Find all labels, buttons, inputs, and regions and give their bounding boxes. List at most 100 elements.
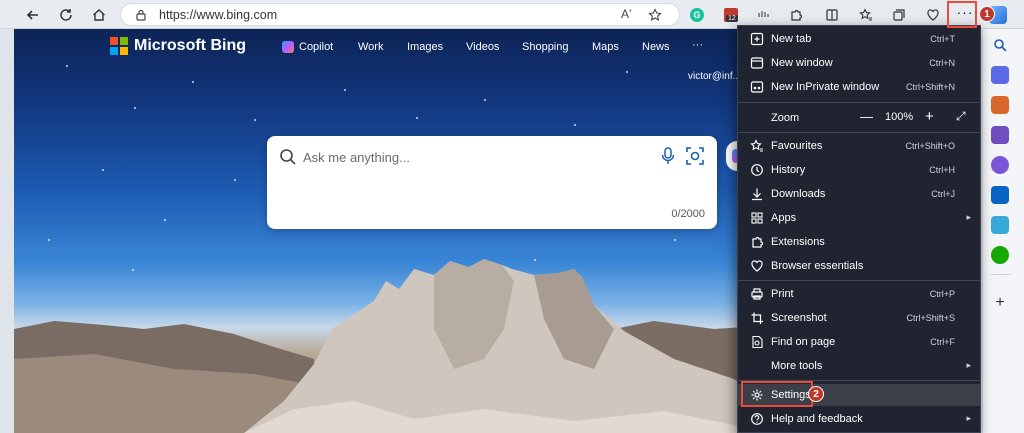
menu-find-on-page[interactable]: Find on page Ctrl+F bbox=[738, 331, 980, 353]
visual-search-icon[interactable] bbox=[685, 146, 705, 166]
apps-icon bbox=[749, 210, 765, 226]
menu-separator bbox=[738, 132, 980, 133]
settings-and-more-menu: New tab Ctrl+T New window Ctrl+N New InP… bbox=[737, 25, 981, 433]
search-icon bbox=[280, 149, 296, 165]
sidebar-search-icon[interactable] bbox=[991, 36, 1009, 54]
heart-pulse-icon bbox=[749, 258, 765, 274]
step1-badge: 1 bbox=[979, 6, 995, 22]
bing-logo[interactable]: Microsoft Bing bbox=[110, 37, 246, 55]
step2-badge: 2 bbox=[808, 386, 824, 402]
nav-videos[interactable]: Videos bbox=[466, 41, 499, 53]
grammarly-icon[interactable]: G bbox=[688, 6, 706, 24]
chevron-right-icon: ▸ bbox=[966, 360, 971, 370]
menu-label: Apps bbox=[771, 212, 797, 224]
sidebar-tools-icon[interactable] bbox=[991, 96, 1009, 114]
menu-new-window[interactable]: New window Ctrl+N bbox=[738, 52, 980, 74]
sidebar-games-icon[interactable] bbox=[991, 126, 1009, 144]
brand-name: Microsoft Bing bbox=[134, 37, 246, 54]
menu-favourites[interactable]: Favourites Ctrl+Shift+O bbox=[738, 135, 980, 157]
nav-copilot[interactable]: Copilot bbox=[299, 41, 333, 53]
browser-essentials-icon[interactable] bbox=[924, 6, 942, 24]
puzzle-icon bbox=[749, 234, 765, 250]
split-screen-icon[interactable] bbox=[823, 6, 841, 24]
menu-label: Find on page bbox=[771, 336, 836, 348]
nav-shopping[interactable]: Shopping bbox=[522, 41, 569, 53]
menu-shortcut: Ctrl+Shift+S bbox=[906, 313, 955, 323]
search-box[interactable]: Ask me anything... 0/2000 bbox=[267, 136, 717, 229]
menu-label: History bbox=[771, 164, 806, 176]
menu-label: Browser essentials bbox=[771, 260, 864, 272]
sidebar-divider bbox=[991, 274, 1011, 275]
menu-apps[interactable]: Apps ▸ bbox=[738, 207, 980, 229]
menu-new-tab[interactable]: New tab Ctrl+T bbox=[738, 28, 980, 50]
inprivate-icon bbox=[749, 79, 765, 95]
sidebar-copilot-icon[interactable] bbox=[991, 156, 1009, 174]
find-icon bbox=[749, 334, 765, 350]
read-aloud-icon[interactable]: Aʼ bbox=[621, 7, 632, 21]
menu-downloads[interactable]: Downloads Ctrl+J bbox=[738, 183, 980, 205]
menu-label: Downloads bbox=[771, 188, 826, 200]
zoom-level: 100% bbox=[885, 111, 914, 123]
menu-history[interactable]: History Ctrl+H bbox=[738, 159, 980, 181]
extension-badge: 12 bbox=[726, 15, 738, 22]
microphone-icon[interactable] bbox=[661, 147, 675, 165]
menu-label: Extensions bbox=[771, 236, 825, 248]
fullscreen-icon[interactable]: ⤢ bbox=[956, 109, 966, 124]
menu-label: Help and feedback bbox=[771, 413, 863, 425]
menu-screenshot[interactable]: Screenshot Ctrl+Shift+S bbox=[738, 307, 980, 329]
sidebar-shopping-icon[interactable] bbox=[991, 66, 1009, 84]
menu-shortcut: Ctrl+N bbox=[929, 58, 955, 68]
sidebar-upwork-icon[interactable] bbox=[991, 246, 1009, 264]
menu-shortcut: Ctrl+T bbox=[930, 34, 955, 44]
favorites-icon[interactable] bbox=[857, 6, 875, 24]
menu-print[interactable]: Print Ctrl+P bbox=[738, 283, 980, 305]
menu-label: Zoom bbox=[771, 112, 800, 124]
menu-label: Print bbox=[771, 288, 794, 300]
menu-browser-essentials[interactable]: Browser essentials bbox=[738, 255, 980, 277]
back-icon[interactable] bbox=[22, 4, 44, 26]
menu-label: New tab bbox=[771, 33, 812, 45]
hand-extension-icon[interactable] bbox=[754, 6, 772, 24]
menu-shortcut: Ctrl+Shift+O bbox=[905, 141, 955, 151]
menu-label: More tools bbox=[771, 360, 823, 372]
menu-shortcut: Ctrl+J bbox=[931, 189, 955, 199]
address-bar[interactable]: https://www.bing.com Aʼ bbox=[120, 3, 680, 26]
nav-news[interactable]: News bbox=[642, 41, 670, 53]
character-count: 0/2000 bbox=[671, 208, 705, 220]
history-icon bbox=[749, 162, 765, 178]
menu-help-and-feedback[interactable]: Help and feedback ▸ bbox=[738, 408, 980, 430]
menu-extensions[interactable]: Extensions bbox=[738, 231, 980, 253]
printer-icon bbox=[749, 286, 765, 302]
lock-icon bbox=[136, 9, 146, 21]
menu-shortcut: Ctrl+F bbox=[930, 337, 955, 347]
favourites-icon bbox=[749, 138, 765, 154]
nav-maps[interactable]: Maps bbox=[592, 41, 619, 53]
sidebar-add-icon[interactable]: + bbox=[991, 294, 1009, 312]
nav-work[interactable]: Work bbox=[358, 41, 383, 53]
menu-more-tools[interactable]: More tools ▸ bbox=[738, 355, 980, 377]
sidebar-drop-icon[interactable] bbox=[991, 216, 1009, 234]
user-account[interactable]: victor@inf... bbox=[688, 71, 741, 82]
edge-sidebar: + bbox=[982, 29, 1024, 433]
collections-icon[interactable] bbox=[890, 6, 908, 24]
home-icon[interactable] bbox=[88, 4, 110, 26]
calendar-extension-icon[interactable]: 12 bbox=[722, 6, 740, 24]
search-input[interactable]: Ask me anything... bbox=[303, 150, 410, 165]
new-tab-icon bbox=[749, 31, 765, 47]
help-icon bbox=[749, 411, 765, 427]
menu-new-inprivate-window[interactable]: New InPrivate window Ctrl+Shift+N bbox=[738, 76, 980, 98]
favorite-star-icon[interactable] bbox=[648, 8, 662, 22]
menu-shortcut: Ctrl+H bbox=[929, 165, 955, 175]
menu-separator bbox=[738, 102, 980, 103]
menu-zoom: Zoom — 100% + ⤢ bbox=[738, 106, 980, 130]
sidebar-outlook-icon[interactable] bbox=[991, 186, 1009, 204]
zoom-out-button[interactable]: — bbox=[860, 109, 873, 124]
zoom-in-button[interactable]: + bbox=[925, 108, 934, 125]
puzzle-extensions-icon[interactable] bbox=[787, 6, 805, 24]
nav-more[interactable]: ··· bbox=[692, 39, 703, 51]
refresh-icon[interactable] bbox=[55, 4, 77, 26]
nav-images[interactable]: Images bbox=[407, 41, 443, 53]
microsoft-logo-icon bbox=[110, 37, 128, 55]
download-icon bbox=[749, 186, 765, 202]
menu-separator bbox=[738, 280, 980, 281]
